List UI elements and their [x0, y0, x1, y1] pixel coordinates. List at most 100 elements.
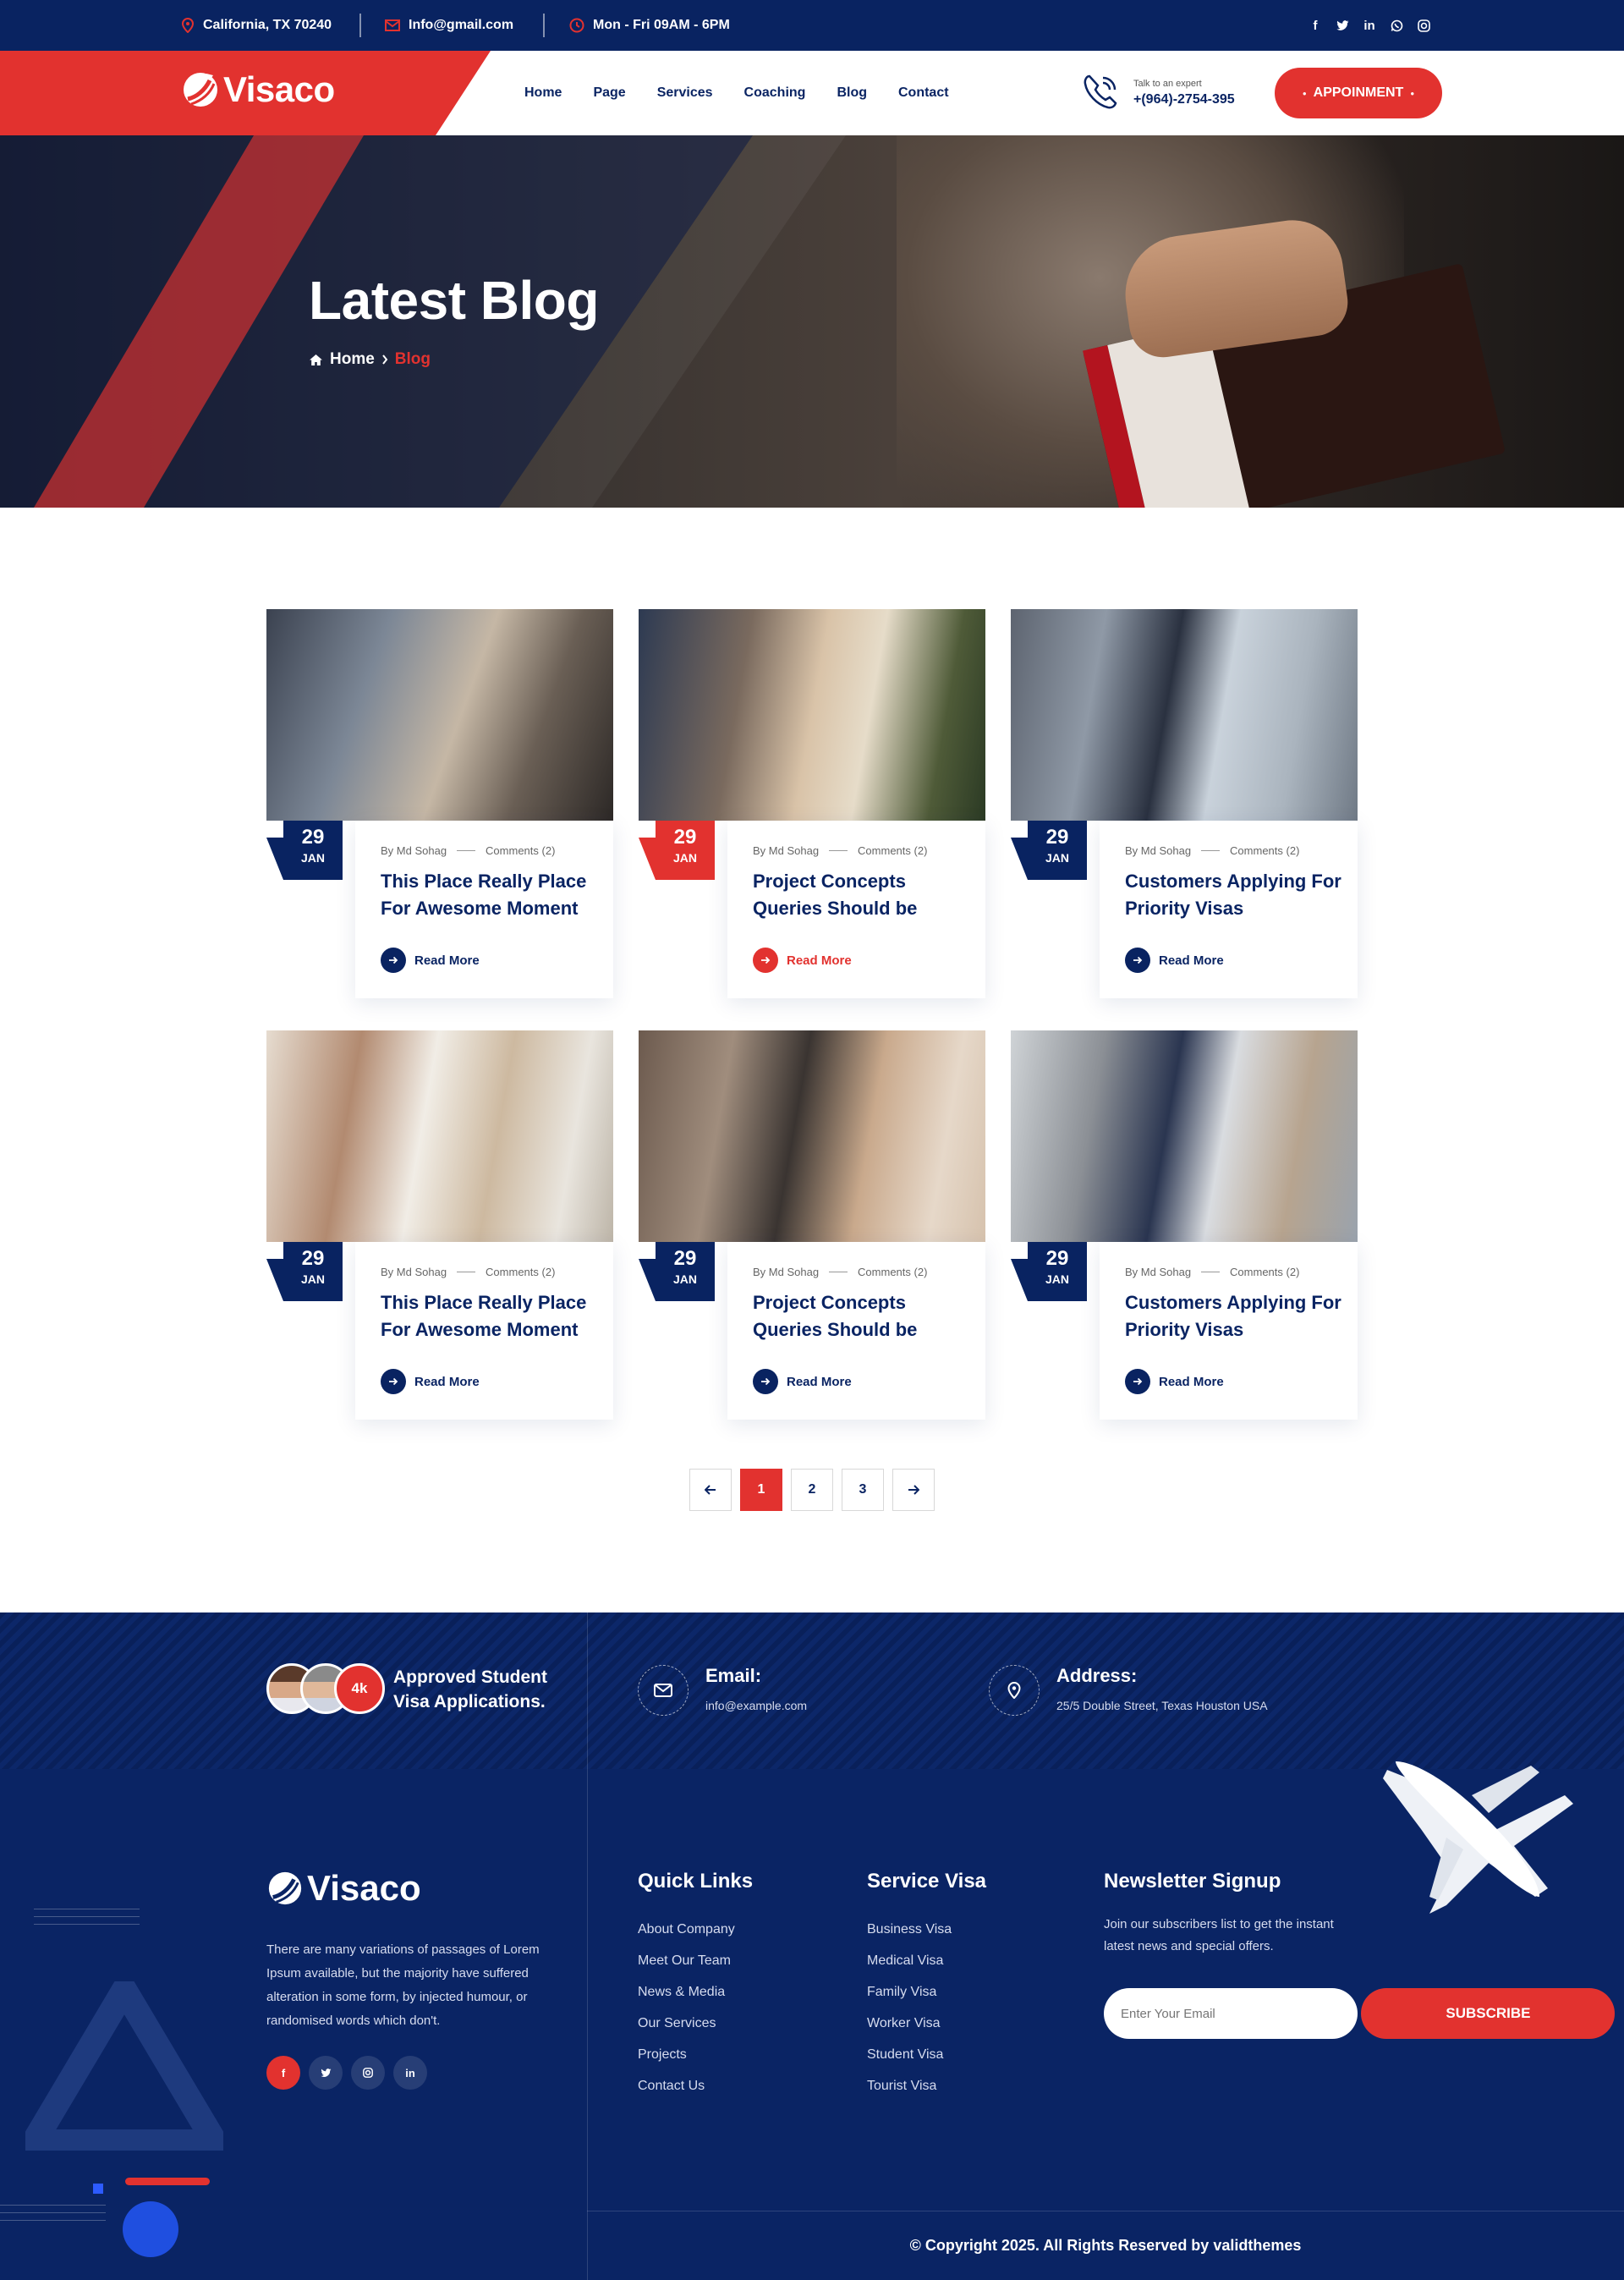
- post-comments[interactable]: Comments (2): [1230, 844, 1299, 857]
- post-comments[interactable]: Comments (2): [1230, 1266, 1299, 1278]
- linkedin-icon[interactable]: in: [1362, 18, 1377, 33]
- breadcrumb-home[interactable]: Home: [330, 350, 375, 369]
- quick-links-title: Quick Links: [638, 1870, 754, 1893]
- instagram-icon[interactable]: [351, 2056, 385, 2090]
- twitter-icon[interactable]: [309, 2056, 343, 2090]
- post-title[interactable]: Customers Applying For Priority Visas: [1125, 1289, 1345, 1343]
- blog-card[interactable]: 29 JAN By Md Sohag Comments (2) This Pla…: [266, 1030, 613, 1420]
- brand-logo[interactable]: Visaco: [181, 69, 335, 110]
- post-title[interactable]: Customers Applying For Priority Visas: [1125, 868, 1345, 922]
- facebook-icon[interactable]: f: [266, 2056, 300, 2090]
- link-about-company[interactable]: About Company: [638, 1922, 753, 1937]
- post-comments[interactable]: Comments (2): [858, 1266, 927, 1278]
- next-page-button[interactable]: [892, 1469, 935, 1511]
- pagination: 1 2 3: [689, 1469, 935, 1511]
- post-author[interactable]: By Md Sohag: [1125, 1266, 1191, 1278]
- email-value[interactable]: info@example.com: [705, 1699, 807, 1712]
- read-more-link[interactable]: Read More: [753, 948, 852, 973]
- whatsapp-icon[interactable]: [1389, 18, 1404, 33]
- post-comments[interactable]: Comments (2): [858, 844, 927, 857]
- triangle-decoration: [25, 1981, 223, 2151]
- post-title[interactable]: This Place Really Place For Awesome Mome…: [381, 1289, 601, 1343]
- post-title[interactable]: This Place Really Place For Awesome Mome…: [381, 868, 601, 922]
- appointment-button[interactable]: ● APPOINMENT ●: [1275, 68, 1442, 118]
- post-author[interactable]: By Md Sohag: [753, 1266, 819, 1278]
- prev-page-button[interactable]: [689, 1469, 732, 1511]
- red-bar-decoration: [125, 2178, 210, 2185]
- read-more-link[interactable]: Read More: [381, 948, 480, 973]
- nav-coaching[interactable]: Coaching: [744, 85, 806, 101]
- post-title[interactable]: Project Concepts Queries Should be: [753, 868, 973, 922]
- post-comments[interactable]: Comments (2): [486, 844, 555, 857]
- link-projects[interactable]: Projects: [638, 2047, 753, 2063]
- link-our-services[interactable]: Our Services: [638, 2016, 753, 2031]
- arrow-right-icon: [381, 948, 406, 973]
- facebook-icon[interactable]: f: [1308, 18, 1323, 33]
- link-business-visa[interactable]: Business Visa: [867, 1922, 986, 1937]
- link-medical-visa[interactable]: Medical Visa: [867, 1953, 986, 1969]
- location-text: California, TX 70240: [203, 18, 332, 32]
- link-tourist-visa[interactable]: Tourist Visa: [867, 2079, 986, 2094]
- page-3-button[interactable]: 3: [842, 1469, 884, 1511]
- blog-card-body: By Md Sohag Comments (2) Project Concept…: [727, 1242, 985, 1420]
- post-comments[interactable]: Comments (2): [486, 1266, 555, 1278]
- divider: [587, 1612, 588, 2280]
- email-info[interactable]: Info@gmail.com: [385, 0, 513, 51]
- post-author[interactable]: By Md Sohag: [381, 844, 447, 857]
- blog-card-image[interactable]: [1011, 609, 1358, 821]
- blog-card[interactable]: 29 JAN By Md Sohag Comments (2) Customer…: [1011, 1030, 1358, 1420]
- blog-card[interactable]: 29 JAN By Md Sohag Comments (2) Customer…: [1011, 609, 1358, 998]
- blog-card[interactable]: 29 JAN By Md Sohag Comments (2) This Pla…: [266, 609, 613, 998]
- read-more-link[interactable]: Read More: [1125, 1369, 1224, 1394]
- post-meta: By Md Sohag Comments (2): [1125, 1266, 1299, 1278]
- date-badge-fold: [639, 838, 656, 880]
- instagram-icon[interactable]: [1416, 18, 1431, 33]
- blog-card-image[interactable]: [266, 609, 613, 821]
- read-more-link[interactable]: Read More: [753, 1369, 852, 1394]
- post-author[interactable]: By Md Sohag: [1125, 844, 1191, 857]
- read-more-link[interactable]: Read More: [381, 1369, 480, 1394]
- blog-card[interactable]: 29 JAN By Md Sohag Comments (2) Project …: [639, 609, 985, 998]
- newsletter-email-input[interactable]: [1104, 1988, 1358, 2039]
- circle-decoration: [123, 2201, 178, 2257]
- footer-logo[interactable]: Visaco: [266, 1868, 421, 1909]
- arrow-right-icon: [381, 1369, 406, 1394]
- page-2-button[interactable]: 2: [791, 1469, 833, 1511]
- post-title[interactable]: Project Concepts Queries Should be: [753, 1289, 973, 1343]
- post-author[interactable]: By Md Sohag: [753, 844, 819, 857]
- arrow-right-icon: [1125, 1369, 1150, 1394]
- chevron-right-icon: [382, 354, 388, 365]
- email-text[interactable]: Info@gmail.com: [409, 18, 513, 33]
- appointment-label: APPOINMENT: [1313, 85, 1404, 100]
- post-author[interactable]: By Md Sohag: [381, 1266, 447, 1278]
- link-contact-us[interactable]: Contact Us: [638, 2079, 753, 2094]
- nav-contact[interactable]: Contact: [898, 85, 949, 101]
- nav-page[interactable]: Page: [593, 85, 625, 101]
- blog-card-image[interactable]: [639, 1030, 985, 1242]
- arrow-right-icon: [908, 1485, 919, 1495]
- link-family-visa[interactable]: Family Visa: [867, 1985, 986, 2000]
- blog-card-image[interactable]: [266, 1030, 613, 1242]
- date-day: 29: [301, 826, 325, 849]
- expert-contact[interactable]: Talk to an expert +(964)-2754-395: [1076, 69, 1235, 117]
- date-badge: 29 JAN: [1028, 821, 1087, 880]
- nav-blog[interactable]: Blog: [837, 85, 867, 101]
- blog-card-image[interactable]: [1011, 1030, 1358, 1242]
- link-student-visa[interactable]: Student Visa: [867, 2047, 986, 2063]
- linkedin-icon[interactable]: in: [393, 2056, 427, 2090]
- twitter-icon[interactable]: [1335, 18, 1350, 33]
- read-more-link[interactable]: Read More: [1125, 948, 1224, 973]
- read-more-label: Read More: [414, 953, 480, 968]
- subscribe-button[interactable]: SUBSCRIBE: [1361, 1987, 1616, 2039]
- nav-home[interactable]: Home: [524, 85, 562, 101]
- link-worker-visa[interactable]: Worker Visa: [867, 2016, 986, 2031]
- envelope-icon: [385, 19, 400, 31]
- blog-card[interactable]: 29 JAN By Md Sohag Comments (2) Project …: [639, 1030, 985, 1420]
- nav-services[interactable]: Services: [657, 85, 713, 101]
- blog-card-image[interactable]: [639, 609, 985, 821]
- date-day: 29: [1045, 1247, 1069, 1270]
- expert-phone[interactable]: +(964)-2754-395: [1133, 92, 1235, 107]
- page-1-button[interactable]: 1: [740, 1469, 782, 1511]
- link-meet-our-team[interactable]: Meet Our Team: [638, 1953, 753, 1969]
- link-news-media[interactable]: News & Media: [638, 1985, 753, 2000]
